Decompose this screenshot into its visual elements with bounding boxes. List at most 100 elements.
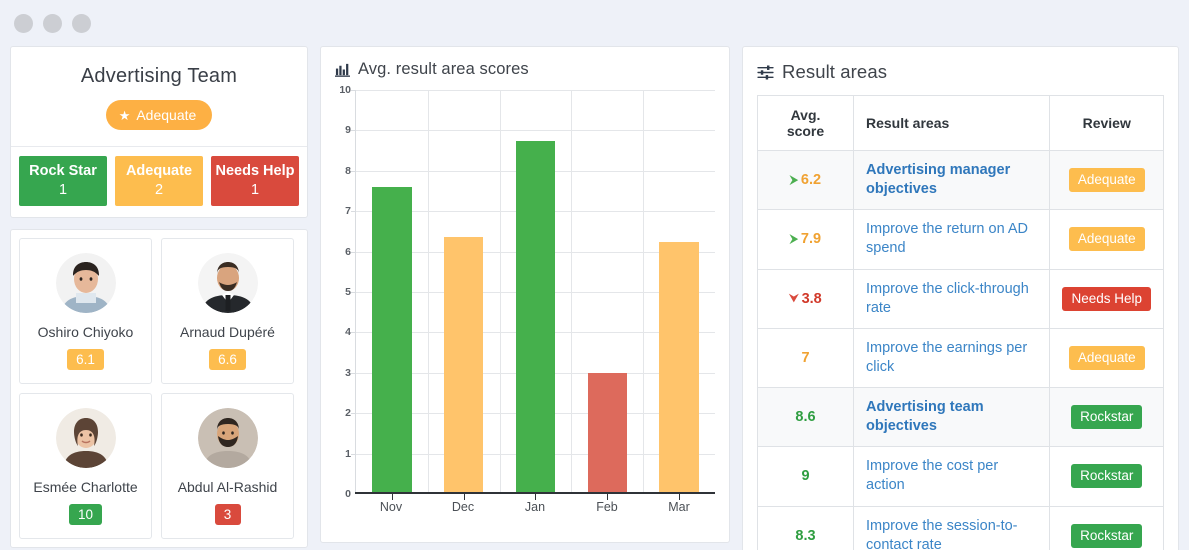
bar-dec[interactable] <box>443 237 484 494</box>
review-badge[interactable]: Adequate <box>1068 345 1145 370</box>
member-score-badge: 3 <box>214 504 241 526</box>
bar-mar[interactable] <box>659 241 699 494</box>
star-icon: ★ <box>118 107 131 123</box>
window-dot-close[interactable] <box>14 13 33 33</box>
table-row[interactable]: 7 Improve the earnings per click Adequat… <box>757 327 1164 389</box>
result-areas-panel: Result areas Avg. score Result areas Rev… <box>742 46 1179 550</box>
stat-label: Adequate <box>125 163 193 179</box>
chart-panel: Avg. result area scores 10 9 8 7 6 5 4 3… <box>320 46 730 543</box>
bar-slot-jan[interactable] <box>500 90 572 500</box>
y-tick-label: 0 <box>345 488 351 500</box>
row-result-area-link[interactable]: Improve the cost per action <box>852 446 1051 507</box>
row-score: ⮟ 3.8 <box>757 268 854 329</box>
row-result-area-link[interactable]: Improve the click-through rate <box>852 268 1051 329</box>
member-card[interactable]: Abdul Al-Rashid 3 <box>161 393 294 540</box>
member-score-badge: 6.6 <box>209 349 246 371</box>
member-name: Arnaud Dupéré <box>180 324 275 341</box>
bar-slot-dec[interactable] <box>428 90 500 500</box>
row-score: ⮞ 7.9 <box>757 209 854 270</box>
review-badge[interactable]: Rockstar <box>1071 464 1143 489</box>
result-areas-header: Result areas <box>743 47 1178 95</box>
score-value: 7.9 <box>800 231 822 248</box>
stat-label: Rock Star <box>29 163 97 179</box>
member-name: Esmée Charlotte <box>33 479 138 496</box>
row-result-area-link[interactable]: Improve the return on AD spend <box>852 209 1051 270</box>
chart-bars <box>356 90 715 500</box>
bar-slot-mar[interactable] <box>643 90 715 500</box>
score-value: 8.3 <box>795 527 816 544</box>
team-header: Advertising Team ★ Adequate <box>11 47 307 147</box>
row-review: Rockstar <box>1049 505 1164 550</box>
score-value: 8.6 <box>795 409 816 426</box>
table-row[interactable]: 9 Improve the cost per action Rockstar <box>757 446 1164 507</box>
window-dot-maximize[interactable] <box>72 13 91 33</box>
row-review: Rockstar <box>1049 446 1164 507</box>
review-badge[interactable]: Needs Help <box>1062 286 1151 311</box>
table-row[interactable]: 8.6 Advertising team objectives Rockstar <box>757 386 1164 448</box>
avatar <box>55 408 116 469</box>
team-name: Advertising Team <box>80 65 238 87</box>
member-card[interactable]: Arnaud Dupéré 6.6 <box>161 238 294 385</box>
team-status-label: Adequate <box>136 107 197 123</box>
member-score-badge: 10 <box>68 504 103 526</box>
team-members-grid: Oshiro Chiyoko 6.1 Arnaud Dupéré 6.6 Esm… <box>19 238 299 540</box>
result-areas-title: Result areas <box>782 61 888 82</box>
trend-down-icon: ⮟ <box>789 292 799 305</box>
chart-x-axis: Nov Dec Jan Feb Mar <box>355 500 715 514</box>
window-titlebar <box>0 0 1189 46</box>
stat-tile-adequate[interactable]: Adequate 2 <box>115 156 203 207</box>
result-areas-table: Avg. score Result areas Review ⮞ 6.2 Adve… <box>757 95 1164 550</box>
column-header-review[interactable]: Review <box>1049 95 1164 151</box>
row-score: 7 <box>757 327 854 389</box>
table-row[interactable]: ⮟ 3.8 Improve the click-through rate Need… <box>757 268 1164 329</box>
trend-up-icon: ⮞ <box>789 174 798 187</box>
stat-count: 2 <box>154 181 164 198</box>
window-dot-minimize[interactable] <box>43 13 62 33</box>
app-window: Advertising Team ★ Adequate Rock Star 1 … <box>0 0 1189 550</box>
bar-nov[interactable] <box>372 186 412 494</box>
column-header-result-areas[interactable]: Result areas <box>852 95 1051 151</box>
score-value: 7 <box>801 349 810 366</box>
review-badge[interactable]: Rockstar <box>1071 523 1143 548</box>
x-tick-label: Dec <box>451 500 475 514</box>
review-badge[interactable]: Adequate <box>1068 168 1145 193</box>
row-result-area-link[interactable]: Advertising team objectives <box>852 386 1051 448</box>
review-badge[interactable]: Rockstar <box>1071 405 1143 430</box>
bar-chart-icon <box>335 62 350 77</box>
stat-tile-rock-star[interactable]: Rock Star 1 <box>19 156 107 207</box>
table-row[interactable]: ⮞ 6.2 Advertising manager objectives Adeq… <box>757 149 1164 211</box>
member-score-badge: 6.1 <box>67 349 104 371</box>
table-row[interactable]: 8.3 Improve the session-to-contact rate … <box>757 505 1164 550</box>
team-summary-card: Advertising Team ★ Adequate Rock Star 1 … <box>10 46 308 219</box>
row-result-area-link[interactable]: Advertising manager objectives <box>852 149 1051 211</box>
chart-body: 10 9 8 7 6 5 4 3 2 1 0 Nov Dec Jan Feb M… <box>321 84 729 542</box>
bar-feb[interactable] <box>587 372 628 494</box>
table-body: ⮞ 6.2 Advertising manager objectives Adeq… <box>757 149 1164 550</box>
avatar <box>197 253 258 314</box>
table-row[interactable]: ⮞ 7.9 Improve the return on AD spend Adeq… <box>757 209 1164 270</box>
team-stat-tiles: Rock Star 1 Adequate 2 Needs Help 1 <box>11 147 307 217</box>
chart-title: Avg. result area scores <box>358 60 529 78</box>
bar-slot-nov[interactable] <box>356 90 428 500</box>
bar-slot-feb[interactable] <box>571 90 643 500</box>
chart-plot-area <box>351 90 715 500</box>
team-status-badge[interactable]: ★ Adequate <box>105 100 213 130</box>
stat-label: Needs Help <box>215 163 295 179</box>
avatar <box>55 253 116 314</box>
team-column: Advertising Team ★ Adequate Rock Star 1 … <box>10 46 308 549</box>
row-review: Adequate <box>1049 149 1164 211</box>
review-badge[interactable]: Adequate <box>1068 227 1145 252</box>
row-result-area-link[interactable]: Improve the earnings per click <box>852 327 1051 389</box>
x-tick-label: Nov <box>379 500 403 514</box>
y-tick-label: 10 <box>339 84 351 96</box>
row-score: 8.6 <box>757 386 854 448</box>
row-review: Rockstar <box>1049 386 1164 448</box>
bar-jan[interactable] <box>515 140 556 494</box>
row-result-area-link[interactable]: Improve the session-to-contact rate <box>852 505 1051 550</box>
column-header-avg-score[interactable]: Avg. score <box>757 95 854 151</box>
member-card[interactable]: Oshiro Chiyoko 6.1 <box>19 238 152 385</box>
row-review: Needs Help <box>1049 268 1164 329</box>
sliders-icon <box>757 64 774 81</box>
member-card[interactable]: Esmée Charlotte 10 <box>19 393 152 540</box>
stat-tile-needs-help[interactable]: Needs Help 1 <box>211 156 299 207</box>
